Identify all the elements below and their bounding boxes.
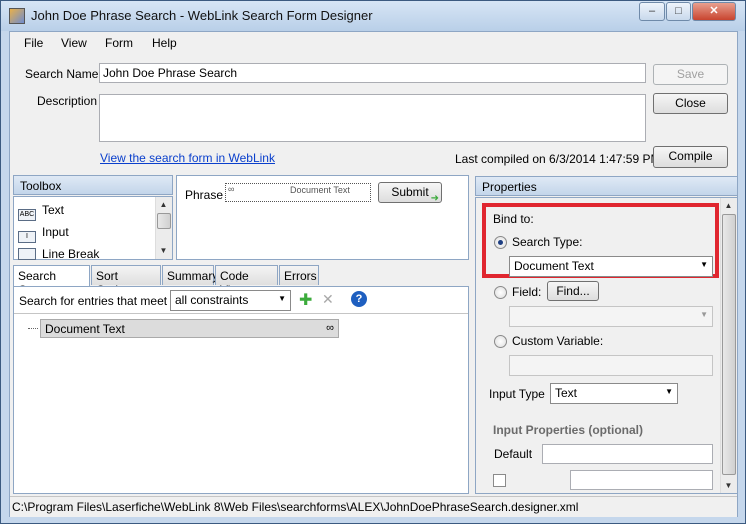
toolbox-item-label: Input: [42, 225, 69, 239]
scroll-down-icon[interactable]: ▼: [721, 478, 736, 493]
scroll-up-icon[interactable]: ▲: [156, 197, 171, 212]
menu-file[interactable]: File: [24, 36, 43, 50]
phrase-label: Phrase: [185, 188, 224, 202]
form-preview: Phrase ∞ Document Text Submit ➜: [176, 175, 469, 260]
search-query-panel: Search for entries that meet all constra…: [13, 286, 469, 494]
query-node-label: Document Text: [45, 322, 125, 336]
chevron-down-icon: ▼: [665, 387, 673, 396]
input-properties-heading: Input Properties (optional): [493, 423, 643, 437]
tab-search-query[interactable]: Search Query: [13, 265, 90, 297]
properties-panel: Bind to: Search Type: Document Text ▼ Fie…: [475, 197, 738, 494]
menu-form[interactable]: Form: [105, 36, 133, 50]
field-label: Field:: [512, 285, 542, 299]
tree-connector: [28, 328, 38, 329]
default-label: Default: [494, 447, 533, 461]
line-break-icon: [18, 248, 36, 260]
field-placeholder: Document Text: [290, 185, 350, 195]
scroll-thumb[interactable]: [157, 213, 171, 229]
properties-title: Properties: [482, 180, 537, 194]
view-weblink-link[interactable]: View the search form in WebLink: [100, 151, 275, 165]
menu-help[interactable]: Help: [152, 36, 177, 50]
designer-body: File View Form Help Search Name John Doe…: [9, 31, 738, 517]
tab-code-view[interactable]: Code View: [215, 265, 278, 297]
toolbox-item-text[interactable]: ABC Text: [18, 203, 64, 221]
chevron-down-icon: ▼: [700, 260, 708, 269]
text-icon: ABC: [18, 209, 36, 221]
query-tabs: Search Query Sort Options Summary Code V…: [13, 265, 473, 297]
title-bar[interactable]: John Doe Phrase Search - WebLink Search …: [1, 1, 745, 31]
tab-sort-options[interactable]: Sort Options: [91, 265, 161, 297]
app-icon: [9, 8, 25, 24]
chevron-down-icon: ▼: [278, 294, 286, 303]
option-checkbox[interactable]: [493, 474, 506, 487]
help-icon[interactable]: ?: [351, 291, 367, 307]
compile-button[interactable]: Compile: [653, 146, 728, 168]
properties-header: Properties: [475, 176, 738, 196]
field-select[interactable]: ▼: [509, 306, 713, 327]
search-type-select[interactable]: Document Text ▼: [509, 256, 713, 277]
field-radio[interactable]: [494, 286, 507, 299]
toolbox-scrollbar[interactable]: ▲ ▼: [155, 197, 172, 259]
link-icon: ∞: [326, 322, 334, 334]
toolbox-list: ABC Text I Input Line Break ▲ ▼: [13, 196, 173, 261]
toolbox-item-input[interactable]: I Input: [18, 225, 69, 243]
toolbox-item-label: Text: [42, 203, 65, 217]
constraint-value: all constraints: [175, 293, 249, 307]
file-path: C:\Program Files\Laserfiche\WebLink 8\We…: [12, 500, 579, 514]
search-type-value: Document Text: [514, 259, 594, 273]
chevron-down-icon: ▼: [700, 310, 708, 319]
constraint-select[interactable]: all constraints ▼: [170, 290, 291, 311]
input-type-select[interactable]: Text ▼: [550, 383, 678, 404]
panel-divider: [14, 313, 468, 314]
search-name-label: Search Name: [25, 67, 99, 81]
bind-to-label: Bind to:: [493, 212, 534, 226]
search-name-input[interactable]: John Doe Phrase Search: [99, 63, 646, 83]
tab-summary[interactable]: Summary: [162, 265, 218, 285]
find-button[interactable]: Find...: [547, 281, 599, 301]
minimize-button[interactable]: –: [639, 2, 665, 21]
menu-view[interactable]: View: [61, 36, 87, 50]
toolbox-title: Toolbox: [20, 179, 62, 193]
search-type-radio[interactable]: [494, 236, 507, 249]
arrow-right-icon: ➜: [430, 193, 439, 204]
search-for-label: Search for entries that meet: [19, 294, 168, 308]
scroll-down-icon[interactable]: ▼: [156, 243, 171, 258]
scroll-thumb[interactable]: [722, 214, 736, 475]
property-input[interactable]: [570, 470, 713, 490]
toolbox-item-label: Line Break: [42, 247, 100, 261]
custom-variable-radio[interactable]: [494, 335, 507, 348]
toolbox-item-line-break[interactable]: Line Break: [18, 247, 99, 261]
input-type-label: Input Type: [489, 387, 545, 401]
query-node[interactable]: Document Text ∞: [40, 319, 339, 338]
document-text-field[interactable]: ∞ Document Text: [225, 183, 371, 202]
close-button[interactable]: Close: [653, 93, 728, 114]
link-icon: ∞: [228, 184, 235, 194]
save-button[interactable]: Save: [653, 64, 728, 85]
input-icon: I: [18, 231, 36, 243]
app-window: John Doe Phrase Search - WebLink Search …: [0, 0, 746, 524]
window-title: John Doe Phrase Search - WebLink Search …: [31, 8, 373, 23]
input-type-value: Text: [555, 386, 578, 400]
maximize-button[interactable]: □: [666, 2, 691, 21]
close-window-button[interactable]: ✕: [692, 2, 736, 21]
submit-button[interactable]: Submit ➜: [378, 182, 442, 204]
toolbox-header: Toolbox: [13, 175, 173, 195]
status-bar: C:\Program Files\Laserfiche\WebLink 8\We…: [10, 496, 737, 517]
add-icon[interactable]: ✚: [299, 290, 312, 310]
custom-variable-input[interactable]: [509, 355, 713, 376]
menu-bar: File View Form Help: [10, 32, 737, 54]
last-compiled-text: Last compiled on 6/3/2014 1:47:59 PM: [455, 152, 661, 166]
default-input[interactable]: [542, 444, 713, 464]
description-input[interactable]: [99, 94, 646, 142]
custom-variable-label: Custom Variable:: [512, 334, 604, 348]
tab-errors[interactable]: Errors: [279, 265, 319, 285]
description-label: Description: [37, 94, 98, 108]
scroll-up-icon[interactable]: ▲: [721, 198, 736, 213]
search-type-label: Search Type:: [512, 235, 583, 249]
submit-label: Submit: [391, 185, 429, 199]
remove-icon[interactable]: ✕: [322, 291, 334, 308]
properties-scrollbar[interactable]: ▲ ▼: [720, 198, 737, 493]
